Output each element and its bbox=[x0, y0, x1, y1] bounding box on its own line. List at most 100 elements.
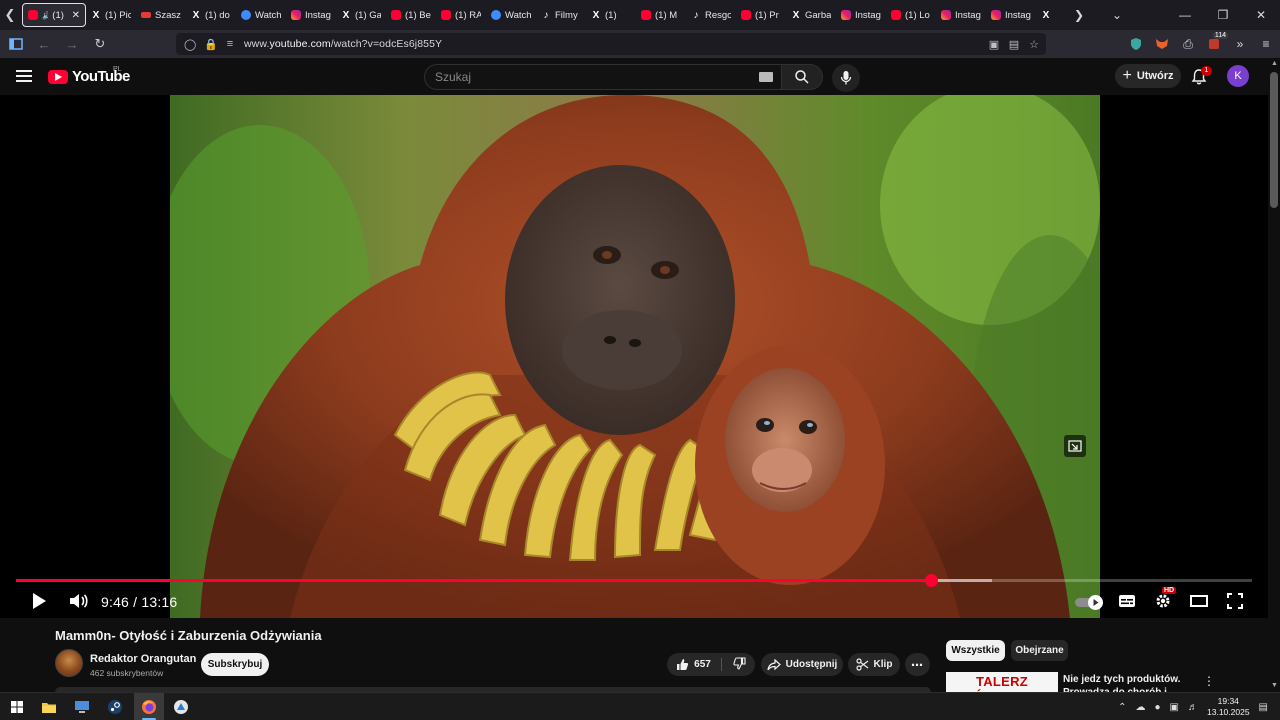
shield-extension-icon[interactable] bbox=[1128, 36, 1144, 52]
tab-close-icon[interactable]: ✕ bbox=[72, 10, 80, 21]
video-player[interactable]: 9:46 / 13:16 HD bbox=[0, 95, 1268, 618]
forward-icon[interactable]: → bbox=[60, 32, 84, 56]
browser-tab[interactable]: (1) M bbox=[636, 3, 686, 27]
browser-tab[interactable]: Instag bbox=[986, 3, 1036, 27]
browser-tab[interactable]: X Garba bbox=[786, 3, 836, 27]
url-text[interactable]: www.youtube.com/watch?v=odcEs6j855Y bbox=[244, 38, 442, 50]
restore-icon[interactable]: ❐ bbox=[1204, 0, 1242, 30]
virtual-keyboard-icon[interactable] bbox=[759, 72, 773, 82]
chip-all[interactable]: Wszystkie bbox=[946, 640, 1005, 661]
address-bar[interactable]: ◯ 🔒 ≡ www.youtube.com/watch?v=odcEs6j855… bbox=[176, 33, 1046, 55]
scroll-thumb[interactable] bbox=[1270, 72, 1278, 208]
extensions-puzzle-icon[interactable]: ⎙ bbox=[1180, 36, 1196, 52]
tab-title: Filmy bbox=[555, 9, 578, 21]
tab-audio-icon[interactable]: 🔊 bbox=[42, 11, 48, 20]
autoplay-toggle[interactable] bbox=[1075, 595, 1105, 610]
dislike-button[interactable] bbox=[727, 656, 746, 673]
chip-watched[interactable]: Obejrzane bbox=[1011, 640, 1068, 661]
tab-title: (1) Pic bbox=[105, 9, 131, 21]
volume-button[interactable] bbox=[66, 589, 92, 613]
clock[interactable]: 19:34 13.10.2025 bbox=[1207, 696, 1250, 718]
youtube-icon bbox=[28, 10, 38, 20]
search-button[interactable] bbox=[781, 64, 823, 90]
page-scrollbar[interactable]: ▲ ▼ bbox=[1268, 58, 1280, 692]
reload-icon[interactable]: ↻ bbox=[88, 32, 112, 56]
browser-tab[interactable]: ♪ Resgo bbox=[686, 3, 736, 27]
tab-list-dropdown-icon[interactable]: ⌄ bbox=[1098, 0, 1136, 30]
subtitles-button[interactable] bbox=[1114, 589, 1140, 613]
share-button[interactable]: Udostępnij bbox=[761, 653, 843, 676]
settings-button[interactable]: HD bbox=[1150, 587, 1177, 613]
browser-tab[interactable]: Instag bbox=[936, 3, 986, 27]
browser-tab[interactable]: Watch bbox=[486, 3, 536, 27]
browser-tab[interactable]: (1) Pr bbox=[736, 3, 786, 27]
channel-avatar[interactable] bbox=[55, 649, 83, 677]
recommendation-thumbnail[interactable]: TALERZ ŚMIERCI bbox=[946, 672, 1058, 694]
app-menu-icon[interactable]: ≡ bbox=[1258, 36, 1274, 52]
scroll-down-arrow-icon[interactable]: ▼ bbox=[1271, 682, 1278, 689]
recommendation-menu-icon[interactable]: ⋮ bbox=[1203, 674, 1215, 688]
file-explorer-icon[interactable] bbox=[38, 696, 60, 718]
clip-button[interactable]: Klip bbox=[848, 653, 900, 676]
browser-tab[interactable]: X (1) do bbox=[186, 3, 236, 27]
picture-in-picture-icon[interactable]: ▣ bbox=[988, 38, 1000, 51]
page-permissions-icon[interactable]: ≡ bbox=[224, 38, 236, 50]
voice-search-button[interactable] bbox=[832, 64, 860, 92]
browser-tab[interactable]: (1) Lo bbox=[886, 3, 936, 27]
tab-scroll-right-icon[interactable]: ❯ bbox=[1060, 0, 1098, 30]
tray-overflow-chevron-icon[interactable]: ⌃ bbox=[1118, 702, 1126, 713]
back-icon[interactable]: ← bbox=[32, 32, 56, 56]
computer-app-icon[interactable] bbox=[71, 696, 93, 718]
counter-extension-icon[interactable]: 114 bbox=[1206, 32, 1228, 52]
browser-tab[interactable]: X (1) bbox=[586, 3, 636, 27]
browser-tab[interactable]: 🔊 (1) N ✕ bbox=[22, 3, 86, 27]
game-launcher-icon[interactable] bbox=[170, 696, 192, 718]
scroll-up-arrow-icon[interactable]: ▲ bbox=[1271, 60, 1278, 67]
minimize-icon[interactable]: — bbox=[1166, 0, 1204, 30]
fullscreen-button[interactable] bbox=[1222, 589, 1248, 613]
plus-icon: + bbox=[1122, 67, 1132, 84]
cloud-icon[interactable]: ☁ bbox=[1136, 702, 1146, 713]
sidebar-toggle-icon[interactable] bbox=[4, 32, 28, 56]
tab-scroll-left-icon[interactable]: ❮ bbox=[0, 0, 20, 30]
browser-tab[interactable]: Instag bbox=[836, 3, 886, 27]
subscribe-button[interactable]: Subskrybuj bbox=[201, 653, 269, 676]
create-button[interactable]: + Utwórz bbox=[1115, 64, 1181, 88]
browser-tab[interactable]: X (1) Ga bbox=[336, 3, 386, 27]
tracking-shield-icon[interactable]: ◯ bbox=[184, 38, 196, 51]
channel-name[interactable]: Redaktor Orangutan bbox=[90, 653, 196, 665]
notification-center-icon[interactable]: ▤ bbox=[1259, 702, 1268, 713]
browser-tab[interactable]: Szasz bbox=[136, 3, 186, 27]
miniplayer-button[interactable] bbox=[1064, 435, 1086, 457]
theater-mode-button[interactable] bbox=[1186, 589, 1212, 613]
tray-microphone-icon[interactable]: ● bbox=[1155, 702, 1161, 713]
window-controls: ❯ ⌄ — ❐ ✕ bbox=[1060, 0, 1280, 30]
browser-tab[interactable]: Instag bbox=[286, 3, 336, 27]
bookmark-star-icon[interactable]: ☆ bbox=[1028, 38, 1040, 51]
progress-bar[interactable] bbox=[16, 574, 1252, 587]
guide-menu-icon[interactable] bbox=[16, 70, 32, 82]
reader-view-icon[interactable]: ▤ bbox=[1008, 38, 1020, 51]
play-button[interactable] bbox=[26, 589, 52, 613]
fox-extension-icon[interactable] bbox=[1154, 36, 1170, 52]
url-prefix: www. bbox=[244, 38, 270, 50]
browser-tab[interactable]: ♪ Filmy bbox=[536, 3, 586, 27]
search-input[interactable] bbox=[435, 70, 735, 84]
start-windows-icon[interactable] bbox=[6, 696, 28, 718]
browser-tab[interactable]: X (1) Pic bbox=[86, 3, 136, 27]
browser-tab[interactable]: (1) RA bbox=[436, 3, 486, 27]
video-frame[interactable] bbox=[170, 95, 1100, 618]
account-avatar[interactable]: K bbox=[1227, 65, 1249, 87]
browser-tab[interactable]: Watch bbox=[236, 3, 286, 27]
like-button[interactable]: 657 bbox=[676, 658, 722, 671]
more-actions-button[interactable]: ⋯ bbox=[905, 653, 930, 676]
browser-tab[interactable]: (1) Be bbox=[386, 3, 436, 27]
close-window-icon[interactable]: ✕ bbox=[1242, 0, 1280, 30]
steam-icon[interactable] bbox=[104, 696, 126, 718]
lock-icon[interactable]: 🔒 bbox=[204, 38, 218, 51]
overflow-menu-icon[interactable]: » bbox=[1232, 36, 1248, 52]
tab-title: Garba bbox=[805, 9, 831, 21]
network-icon[interactable]: ▣ bbox=[1170, 702, 1179, 713]
firefox-icon[interactable] bbox=[138, 696, 160, 718]
speaker-icon[interactable]: ♬ bbox=[1188, 702, 1198, 713]
